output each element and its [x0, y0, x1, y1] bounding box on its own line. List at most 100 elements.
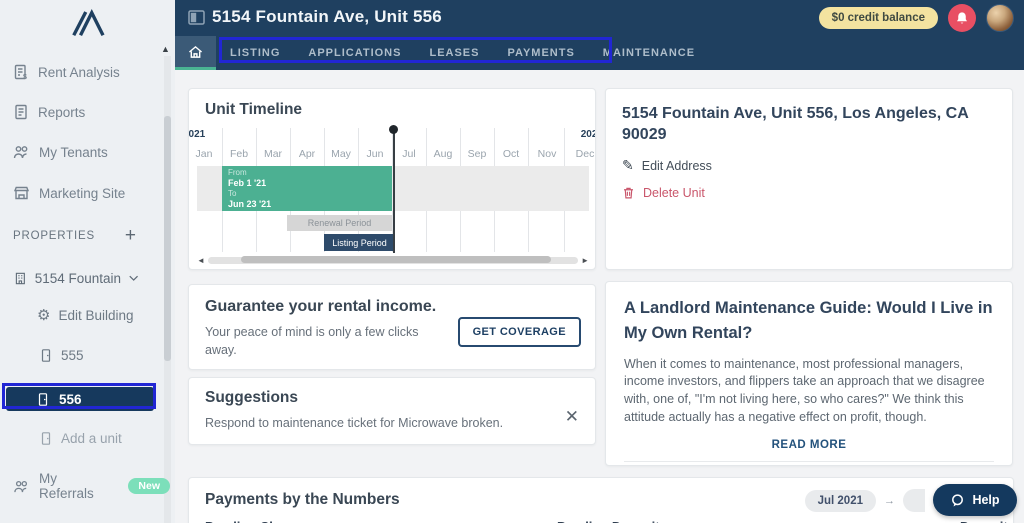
listing-period-bar[interactable]: Listing Period: [324, 234, 395, 251]
tenants-icon: [13, 146, 28, 159]
renewal-period-bar[interactable]: Renewal Period: [287, 215, 392, 231]
sidebar-item-add-a-unit[interactable]: Add a unit: [39, 431, 122, 446]
door-icon: [41, 349, 51, 362]
tab-applications[interactable]: APPLICATIONS: [294, 36, 415, 70]
help-button[interactable]: Help: [933, 484, 1017, 516]
page-title: 5154 Fountain Ave, Unit 556: [212, 7, 442, 26]
lease-period-bar[interactable]: From Feb 1 '21 To Jun 23 '21: [222, 166, 392, 211]
sidebar-scrollbar[interactable]: [164, 56, 171, 523]
sidebar-item-label: Marketing Site: [39, 185, 126, 201]
payments-month-nav: Jul 2021 →: [804, 489, 925, 512]
properties-section-header: PROPERTIES +: [0, 226, 160, 245]
help-label: Help: [972, 493, 1000, 507]
notifications-button[interactable]: [948, 4, 976, 32]
sidebar-item-my-tenants[interactable]: My Tenants: [0, 137, 160, 167]
unit-door-icon: [188, 10, 205, 25]
property-name: 5154 Fountain ...: [34, 270, 121, 286]
sidebar-item-my-referrals[interactable]: My Referrals New: [0, 471, 170, 501]
sidebar-item-reports[interactable]: Reports: [0, 97, 160, 127]
app-logo[interactable]: [0, 6, 175, 44]
payments-column-header: Pending Deposits: [557, 519, 667, 523]
app-window: ▲ $ Rent Analysis Reports My Tenants Mar…: [0, 0, 1024, 523]
top-header: 5154 Fountain Ave, Unit 556 $0 credit ba…: [175, 0, 1024, 70]
scroll-right-icon[interactable]: ►: [581, 256, 589, 265]
user-avatar[interactable]: [986, 4, 1014, 32]
sidebar-item-unit-556-selected[interactable]: 556: [6, 387, 154, 411]
lease-from-date: Feb 1 '21: [228, 178, 267, 188]
today-marker-dot[interactable]: [389, 125, 398, 134]
tab-overview-home[interactable]: [175, 36, 216, 70]
sidebar-item-marketing-site[interactable]: Marketing Site: [0, 178, 160, 208]
guarantee-body: Your peace of mind is only a few clicks …: [205, 325, 419, 357]
close-icon[interactable]: ✕: [565, 408, 579, 425]
arrow-right-icon: →: [884, 494, 895, 507]
bell-icon: [957, 11, 967, 24]
edit-address-button[interactable]: ✎ Edit Address: [622, 157, 996, 174]
month-label: Oct: [502, 148, 520, 160]
sidebar-item-label: Reports: [38, 104, 86, 120]
guarantee-title: Guarantee your rental income.: [205, 298, 437, 315]
sidebar-item-label: Rent Analysis: [38, 64, 120, 80]
tab-leases[interactable]: LEASES: [415, 36, 493, 70]
scroll-left-icon[interactable]: ◄: [197, 256, 205, 265]
sidebar-item-property-5154-fountain[interactable]: 5154 Fountain ...: [0, 264, 162, 292]
header-actions: $0 credit balance: [818, 4, 1014, 32]
sidebar-item-label: Add a unit: [61, 431, 122, 446]
sidebar-item-label: My Tenants: [39, 144, 108, 160]
timeline-scrollbar: ◄ ►: [197, 256, 589, 265]
unit-timeline-chart[interactable]: 2021 2022 Jan Feb Mar Apr May Jun Jul Au…: [189, 125, 595, 265]
chat-bubble-icon: [952, 493, 964, 506]
sidebar-item-label: My Referrals: [38, 471, 94, 501]
door-icon: [38, 392, 48, 406]
sidebar-item-label: 556: [59, 391, 82, 407]
referrals-icon: [14, 480, 28, 492]
sidebar-item-label: 555: [61, 348, 84, 363]
properties-label: PROPERTIES: [13, 229, 95, 242]
sidebar: ▲ $ Rent Analysis Reports My Tenants Mar…: [0, 0, 175, 523]
main-content: Unit Timeline 2021 2022 Jan Feb Mar Apr: [175, 70, 1024, 523]
month-pill-next-partial[interactable]: [903, 489, 925, 512]
tab-maintenance[interactable]: MAINTENANCE: [589, 36, 709, 70]
payments-column-header: Deposited: [960, 519, 1013, 523]
suggestion-text: Respond to maintenance ticket for Microw…: [205, 416, 504, 430]
sidebar-item-rent-analysis[interactable]: $ Rent Analysis: [0, 57, 160, 87]
pencil-icon: ✎: [622, 157, 634, 174]
door-icon: [41, 432, 51, 445]
edit-address-label: Edit Address: [641, 158, 712, 173]
sidebar-item-unit-555[interactable]: 555: [39, 348, 84, 363]
unit-address-card: 5154 Fountain Ave, Unit 556, Los Angeles…: [605, 88, 1013, 270]
article-excerpt: When it comes to maintenance, most profe…: [624, 356, 985, 424]
month-label: Dec: [575, 148, 595, 160]
suggestions-title: Suggestions: [205, 389, 299, 406]
year-label-right: 2022: [580, 129, 595, 140]
rent-guarantee-card: Guarantee your rental income. Your peace…: [188, 284, 596, 370]
article-title: A Landlord Maintenance Guide: Would I Li…: [624, 299, 993, 342]
unit-timeline-card: Unit Timeline 2021 2022 Jan Feb Mar Apr: [188, 88, 596, 270]
unit-address: 5154 Fountain Ave, Unit 556, Los Angeles…: [622, 105, 969, 144]
delete-unit-button[interactable]: Delete Unit: [622, 186, 996, 200]
building-icon: [15, 272, 25, 284]
trash-icon: [624, 188, 633, 199]
new-badge: New: [128, 478, 170, 494]
sidebar-scroll-up-icon[interactable]: ▲: [161, 44, 170, 54]
tab-payments[interactable]: PAYMENTS: [493, 36, 588, 70]
read-more-link[interactable]: READ MORE: [624, 439, 994, 451]
credit-balance-badge[interactable]: $0 credit balance: [818, 7, 938, 29]
add-property-button[interactable]: +: [125, 226, 136, 245]
get-coverage-button[interactable]: GET COVERAGE: [457, 317, 581, 347]
suggestions-card: Suggestions Respond to maintenance ticke…: [188, 377, 596, 445]
svg-text:$: $: [23, 74, 27, 80]
sidebar-item-label: Edit Building: [58, 308, 134, 323]
home-icon: [188, 45, 203, 58]
lease-to-label: To: [228, 189, 237, 198]
chevron-down-icon[interactable]: [129, 275, 138, 282]
logo-mark-icon: [71, 8, 105, 37]
tab-listing[interactable]: LISTING: [216, 36, 294, 70]
month-pill-jul-2021[interactable]: Jul 2021: [804, 489, 876, 512]
timeline-scrollbar-thumb[interactable]: [241, 256, 551, 263]
sidebar-scrollbar-thumb[interactable]: [164, 116, 171, 361]
unit-timeline-title: Unit Timeline: [205, 101, 303, 118]
maintenance-article-card: A Landlord Maintenance Guide: Would I Li…: [605, 281, 1013, 466]
sidebar-item-edit-building[interactable]: ⚙ Edit Building: [37, 308, 134, 323]
rent-analysis-icon: $: [14, 64, 27, 80]
